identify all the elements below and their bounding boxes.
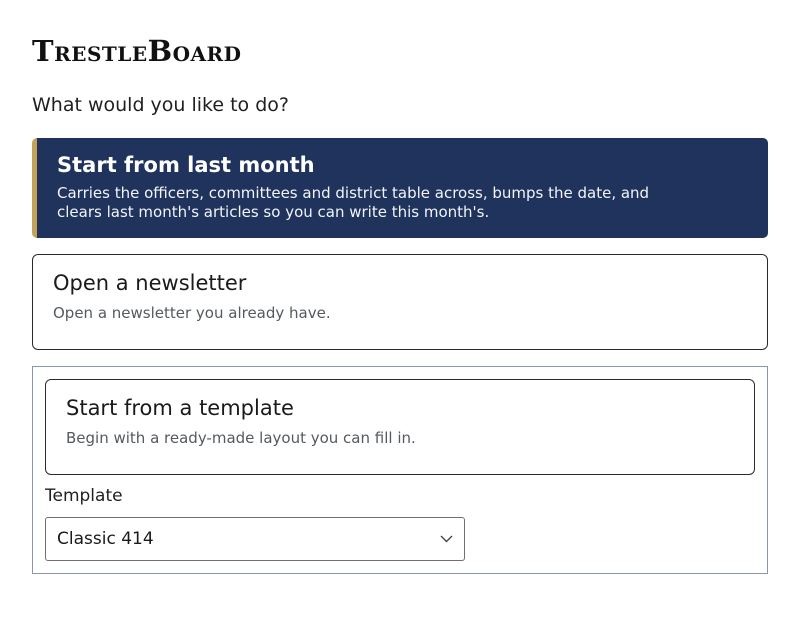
template-field-label: Template xyxy=(45,486,123,506)
open-newsletter-option[interactable]: Open a newsletter Open a newsletter you … xyxy=(32,254,768,350)
option-title: Start from a template xyxy=(66,396,294,420)
page-prompt: What would you like to do? xyxy=(32,94,289,116)
template-select-value: Classic 414 xyxy=(57,529,154,549)
option-title: Open a newsletter xyxy=(53,271,247,295)
chevron-down-icon xyxy=(439,534,453,544)
option-description: Carries the officers, committees and dis… xyxy=(57,184,650,221)
option-description: Begin with a ready-made layout you can f… xyxy=(66,429,416,447)
option-title: Start from last month xyxy=(57,153,315,177)
template-select[interactable]: Classic 414 xyxy=(45,517,465,561)
app-brand: TrestleBoard xyxy=(32,34,242,68)
option-description: Open a newsletter you already have. xyxy=(53,304,331,322)
template-panel: Start from a template Begin with a ready… xyxy=(32,366,768,574)
start-from-template-option[interactable]: Start from a template Begin with a ready… xyxy=(45,379,755,475)
start-from-last-month-option[interactable]: Start from last month Carries the office… xyxy=(32,138,768,238)
